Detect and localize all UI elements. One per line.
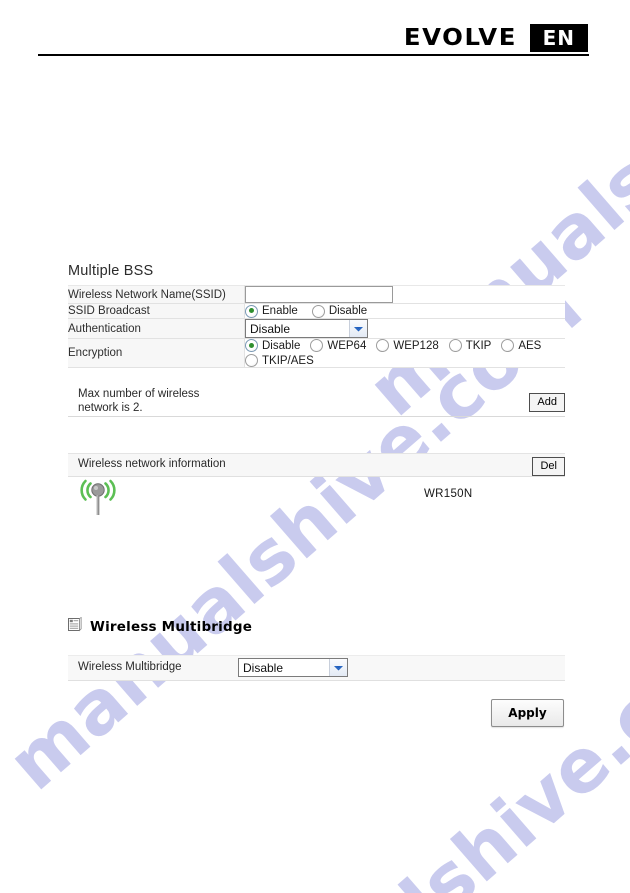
radio-label: Disable (262, 339, 301, 352)
wireless-multibridge-heading: Wireless Multibridge (68, 616, 253, 637)
encryption-radio-group: Disable WEP64 WEP128 TKIP AES (245, 339, 565, 352)
radio-label: TKIP (465, 339, 492, 352)
radio-dot-icon (310, 339, 324, 352)
radio-label: WEP128 (393, 339, 439, 352)
brand-block: EVOLVE EN (404, 24, 588, 52)
wireless-multibridge-select[interactable]: Disable (238, 658, 348, 677)
table-row-encryption: Encryption Disable WEP64 WEP128 TKIP AES… (68, 338, 565, 368)
radio-dot-icon (245, 304, 258, 318)
multiple-bss-table: Wireless Network Name(SSID) SSID Broadca… (68, 285, 565, 368)
radio-dot-icon (448, 339, 462, 352)
max-network-note-row: Max number of wireless network is 2. Add (68, 386, 565, 417)
page-header: EVOLVE EN (0, 0, 630, 62)
radio-label: Enable (262, 305, 298, 317)
radio-label: Disable (328, 305, 368, 317)
chevron-down-icon[interactable] (349, 320, 367, 337)
radio-dot-icon (245, 339, 258, 352)
radio-label: AES (518, 339, 542, 352)
radio-dot-icon (376, 339, 390, 352)
multiple-bss-heading: Multiple BSS (68, 263, 154, 279)
radio-dot-icon (311, 304, 325, 318)
authentication-select[interactable]: Disable (245, 319, 368, 338)
radio-encryption-tkip[interactable]: TKIP (448, 339, 492, 352)
row-label-ssid-broadcast: SSID Broadcast (68, 303, 245, 319)
radio-label: WEP64 (327, 339, 367, 352)
radio-dot-icon (245, 354, 258, 367)
wireless-network-name: WR150N (424, 488, 473, 500)
row-value-ssid (244, 285, 565, 304)
radio-dot-icon (501, 339, 515, 352)
row-value-ssid-broadcast: Enable Disable (244, 303, 565, 319)
radio-ssid-broadcast-enable[interactable]: Enable (245, 304, 298, 318)
wireless-multibridge-selected-value: Disable (243, 660, 284, 675)
table-row-authentication: Authentication Disable (68, 318, 565, 339)
table-row-ssid-broadcast: SSID Broadcast Enable Disable (68, 303, 565, 319)
radio-encryption-aes[interactable]: AES (501, 339, 541, 352)
wireless-multibridge-row-label: Wireless Multibridge (78, 661, 182, 673)
table-row-ssid: Wireless Network Name(SSID) (68, 285, 565, 304)
wireless-signal-icon (78, 476, 118, 523)
watermark-layer: manualshive.com manualshive.com manualsh… (0, 0, 630, 893)
ssid-broadcast-radio-group: Enable Disable (245, 304, 565, 318)
evolve-logo: EVOLVE (403, 25, 517, 51)
list-document-icon (68, 616, 82, 637)
wireless-network-information-header: Wireless network information Del (68, 453, 565, 477)
max-network-note: Max number of wireless network is 2. (78, 388, 200, 414)
wireless-network-information-title: Wireless network information (78, 458, 226, 470)
chevron-down-icon[interactable] (329, 659, 347, 676)
del-button[interactable]: Del (532, 457, 565, 476)
wireless-multibridge-title: Wireless Multibridge (90, 619, 253, 635)
radio-label: TKIP/AES (262, 354, 314, 367)
wireless-network-entry: WR150N (68, 476, 565, 518)
wireless-multibridge-row: Wireless Multibridge Disable (68, 655, 565, 681)
encryption-radio-group-second-line: TKIP/AES (245, 354, 565, 367)
language-badge: EN (529, 24, 588, 52)
radio-ssid-broadcast-disable[interactable]: Disable (311, 304, 368, 318)
row-value-authentication: Disable (244, 318, 565, 339)
row-label-encryption: Encryption (68, 338, 245, 368)
row-value-encryption: Disable WEP64 WEP128 TKIP AES TKIP/AES (244, 338, 565, 368)
header-divider (38, 54, 589, 56)
radio-encryption-wep128[interactable]: WEP128 (376, 339, 439, 352)
row-label-authentication: Authentication (68, 318, 245, 339)
add-button[interactable]: Add (529, 393, 565, 412)
apply-button[interactable]: Apply (491, 699, 564, 727)
ssid-input[interactable] (245, 286, 393, 303)
row-label-ssid: Wireless Network Name(SSID) (68, 285, 245, 304)
radio-encryption-tkip-aes[interactable]: TKIP/AES (245, 354, 314, 367)
del-button-wrapper: Del (532, 456, 565, 476)
authentication-selected-value: Disable (250, 321, 291, 336)
wireless-multibridge-control: Disable (238, 658, 348, 677)
add-button-wrapper: Add (529, 392, 565, 412)
radio-encryption-disable[interactable]: Disable (245, 339, 300, 352)
radio-encryption-wep64[interactable]: WEP64 (310, 339, 366, 352)
